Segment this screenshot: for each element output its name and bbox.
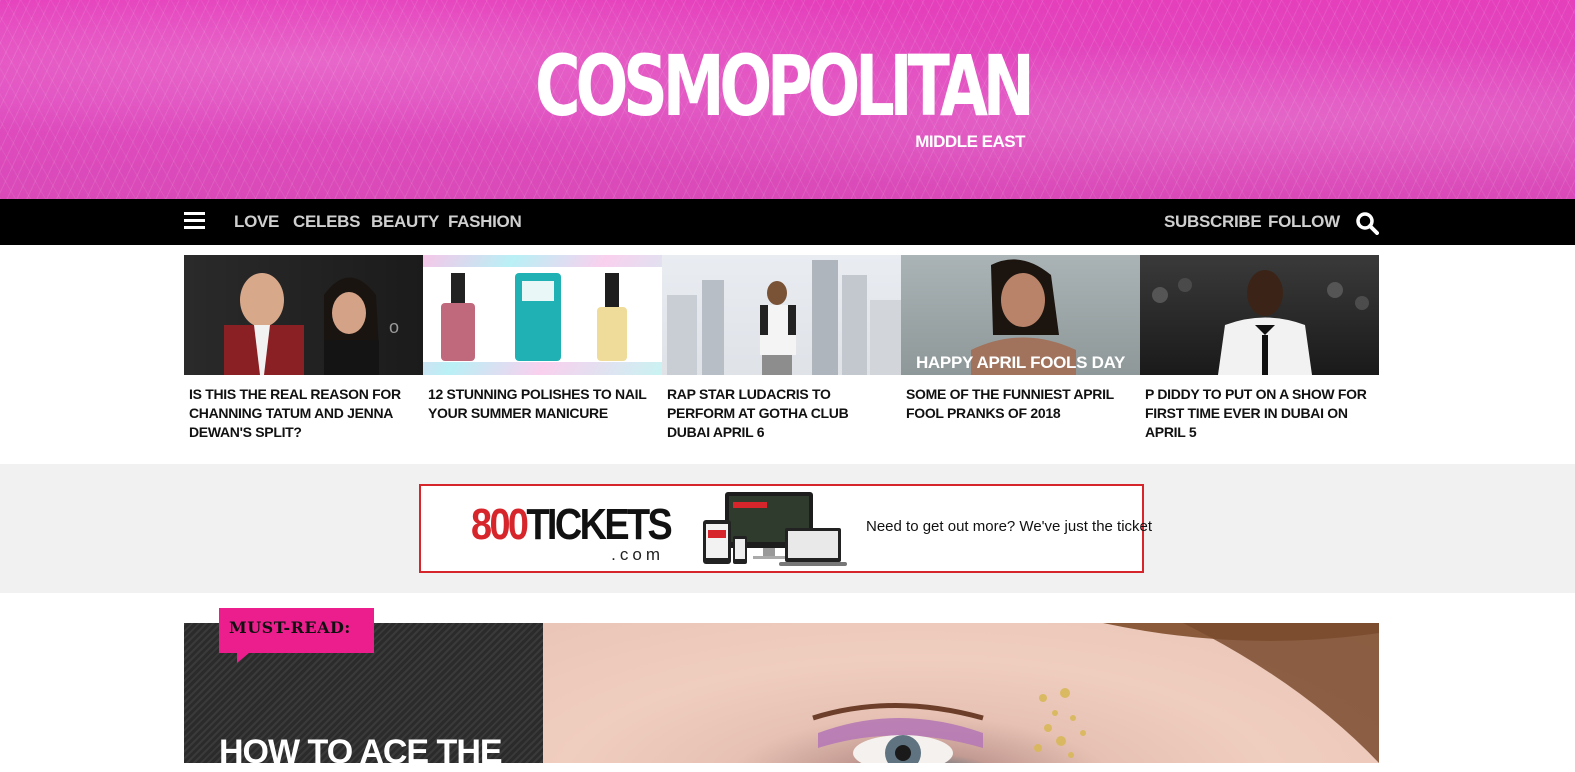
story-title: P DIDDY TO PUT ON A SHOW FOR FIRST TIME … bbox=[1145, 386, 1367, 440]
story-title: SOME OF THE FUNNIEST APRIL FOOL PRANKS O… bbox=[906, 386, 1114, 421]
hamburger-menu-icon[interactable] bbox=[184, 212, 205, 230]
badge-tail bbox=[237, 653, 249, 663]
story-card[interactable]: RAP STAR LUDACRIS TO PERFORM AT GOTHA CL… bbox=[662, 255, 901, 455]
story-card[interactable]: 12 STUNNING POLISHES TO NAIL YOUR SUMMER… bbox=[423, 255, 662, 455]
search-icon[interactable] bbox=[1355, 211, 1379, 235]
story-title: 12 STUNNING POLISHES TO NAIL YOUR SUMMER… bbox=[428, 386, 647, 421]
main-nav: LOVE CELEBS BEAUTY FASHION SUBSCRIBE FOL… bbox=[0, 199, 1575, 245]
story-title: IS THIS THE REAL REASON FOR CHANNING TAT… bbox=[189, 386, 401, 440]
must-read-label: MUST-READ: bbox=[229, 618, 351, 637]
svg-text:o: o bbox=[389, 317, 399, 337]
logo-wordmark: COSMOPOLITAN bbox=[535, 37, 1035, 135]
nav-link-follow[interactable]: FOLLOW bbox=[1268, 199, 1340, 245]
story-thumbnail: HAPPY APRIL FOOLS DAY bbox=[901, 255, 1140, 375]
nav-link-celebs[interactable]: CELEBS bbox=[293, 199, 360, 245]
800tickets-logo: 800TICKETS .com bbox=[471, 500, 673, 564]
story-card[interactable]: o IS THIS THE REAL REASON FOR CHANNING T… bbox=[184, 255, 423, 455]
story-thumbnail bbox=[1140, 255, 1379, 375]
story-thumbnail bbox=[423, 255, 662, 375]
story-title: RAP STAR LUDACRIS TO PERFORM AT GOTHA CL… bbox=[667, 386, 849, 440]
story-thumbnail bbox=[662, 255, 901, 375]
ad-logo-number: 800 bbox=[471, 500, 529, 549]
thumbnail-caption: HAPPY APRIL FOOLS DAY bbox=[915, 353, 1126, 372]
ad-logo-domain: .com bbox=[611, 545, 664, 564]
feature-image bbox=[543, 623, 1379, 763]
ad-logo-word: TICKETS bbox=[526, 500, 672, 549]
story-thumbnail: o bbox=[184, 255, 423, 375]
nav-link-fashion[interactable]: FASHION bbox=[448, 199, 522, 245]
ad-tagline: Need to get out more? We've just the tic… bbox=[866, 518, 1153, 535]
story-card[interactable]: P DIDDY TO PUT ON A SHOW FOR FIRST TIME … bbox=[1140, 255, 1379, 455]
nav-link-beauty[interactable]: BEAUTY bbox=[371, 199, 439, 245]
cosmopolitan-logo[interactable]: COSMOPOLITAN MIDDLE EAST bbox=[535, 37, 1035, 158]
feature-headline: HOW TO ACE THE bbox=[219, 733, 503, 771]
800tickets-banner-ad[interactable]: 800TICKETS .com Need to get out more? We… bbox=[419, 484, 1152, 573]
must-read-badge: MUST-READ: bbox=[219, 608, 374, 663]
masthead: COSMOPOLITAN MIDDLE EAST bbox=[0, 0, 1575, 199]
logo-region: MIDDLE EAST bbox=[915, 132, 1025, 151]
nav-link-love[interactable]: LOVE bbox=[234, 199, 279, 245]
devices-illustration bbox=[703, 492, 847, 566]
story-card[interactable]: HAPPY APRIL FOOLS DAY SOME OF THE FUNNIE… bbox=[901, 255, 1140, 455]
story-strip: o IS THIS THE REAL REASON FOR CHANNING T… bbox=[184, 255, 1379, 455]
nav-link-subscribe[interactable]: SUBSCRIBE bbox=[1164, 199, 1262, 245]
